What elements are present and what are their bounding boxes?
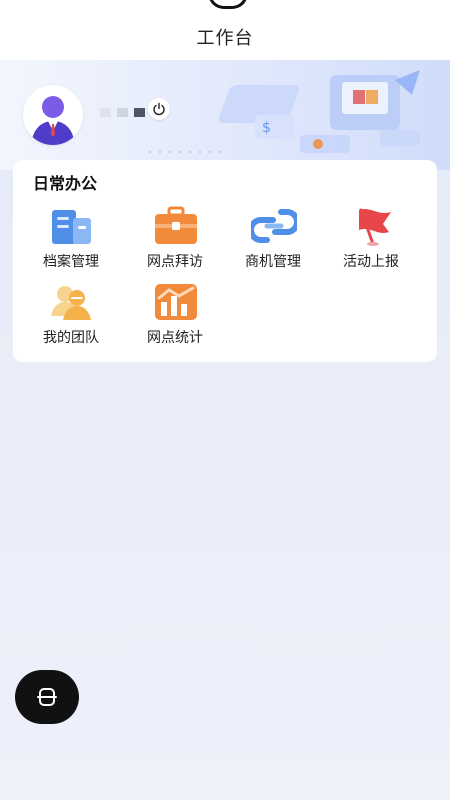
- camera-notch: [208, 0, 248, 9]
- user-avatar-icon: [31, 96, 75, 145]
- grid-item-label: 档案管理: [43, 254, 99, 270]
- statistics-chart-icon: [155, 284, 197, 320]
- grid-item-outlet-statistics[interactable]: 网点统计: [127, 282, 223, 354]
- logout-button[interactable]: [148, 98, 170, 120]
- link-icon: [251, 209, 297, 243]
- floating-action-button[interactable]: [15, 670, 79, 724]
- section-title: 日常办公: [33, 174, 98, 193]
- flag-icon: [359, 208, 391, 246]
- grid-item-label: 商机管理: [245, 254, 301, 270]
- briefcase-icon: [155, 206, 197, 244]
- grid-item-archive-management[interactable]: 档案管理: [23, 206, 119, 278]
- avatar[interactable]: [23, 85, 83, 145]
- daily-office-card: 日常办公 档案管理 网点拜访 商机管理 活动上报 我的团队 网点统计: [13, 160, 437, 362]
- svg-text:$: $: [262, 120, 271, 136]
- grid-item-activity-report[interactable]: 活动上报: [323, 206, 419, 278]
- power-icon: [153, 102, 165, 116]
- grid-item-label: 网点统计: [147, 330, 203, 346]
- page-title: 工作台: [196, 28, 254, 49]
- grid-item-label: 活动上报: [343, 254, 399, 270]
- grid-item-outlet-visit[interactable]: 网点拜访: [127, 206, 223, 278]
- team-icon: [51, 286, 91, 320]
- scan-icon: [37, 688, 57, 706]
- masked-name-block: [100, 108, 111, 117]
- masked-name-block: [117, 108, 128, 117]
- folder-building-icon: [52, 210, 91, 244]
- user-name-masked: [100, 108, 145, 117]
- top-bar: 工作台: [0, 0, 450, 60]
- grid-item-business-opportunity[interactable]: 商机管理: [225, 206, 321, 278]
- grid-item-label: 网点拜访: [147, 254, 203, 270]
- grid-item-label: 我的团队: [43, 330, 99, 346]
- masked-name-block: [134, 108, 145, 117]
- grid-item-my-team[interactable]: 我的团队: [23, 282, 119, 354]
